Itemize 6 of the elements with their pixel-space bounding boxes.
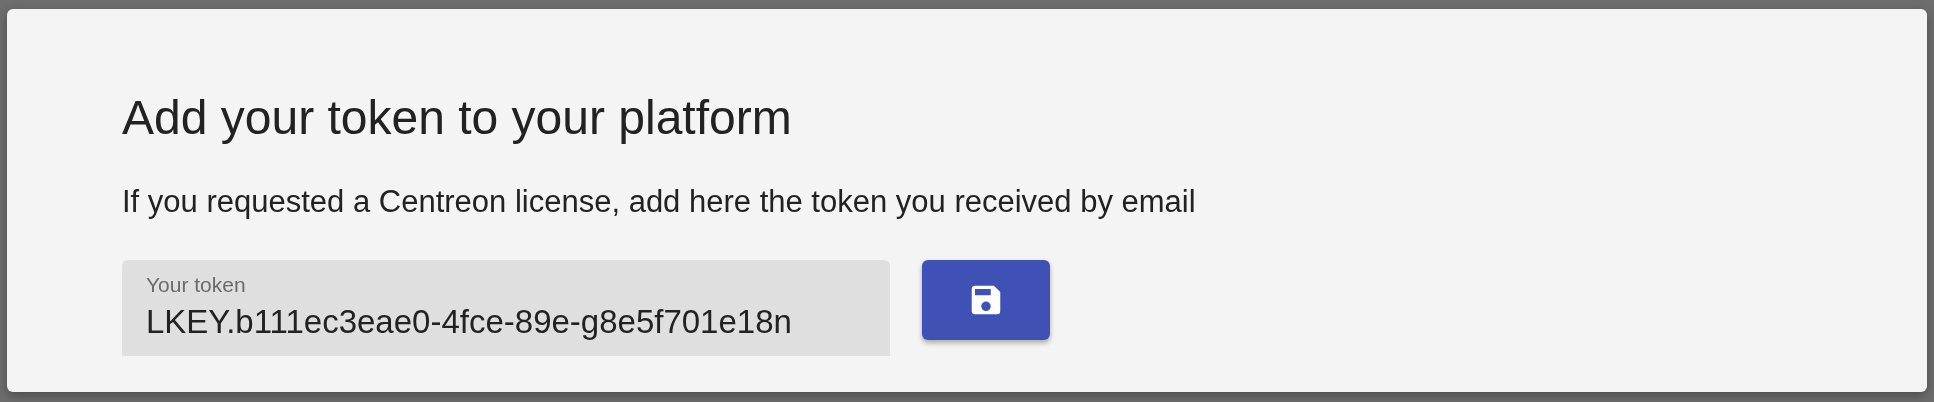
dialog-description: If you requested a Centreon license, add here the token you received by email	[122, 182, 1197, 220]
dialog-title: Add your token to your platform	[122, 90, 793, 146]
token-input[interactable]: LKEY.b111ec3eae0-4fce-89e-g8e5f701e18n	[146, 302, 866, 341]
token-field[interactable]: Your token LKEY.b111ec3eae0-4fce-89e-g8e5f701e18n	[122, 259, 890, 356]
save-button[interactable]	[922, 259, 1050, 340]
field-label: Your token	[146, 271, 247, 297]
